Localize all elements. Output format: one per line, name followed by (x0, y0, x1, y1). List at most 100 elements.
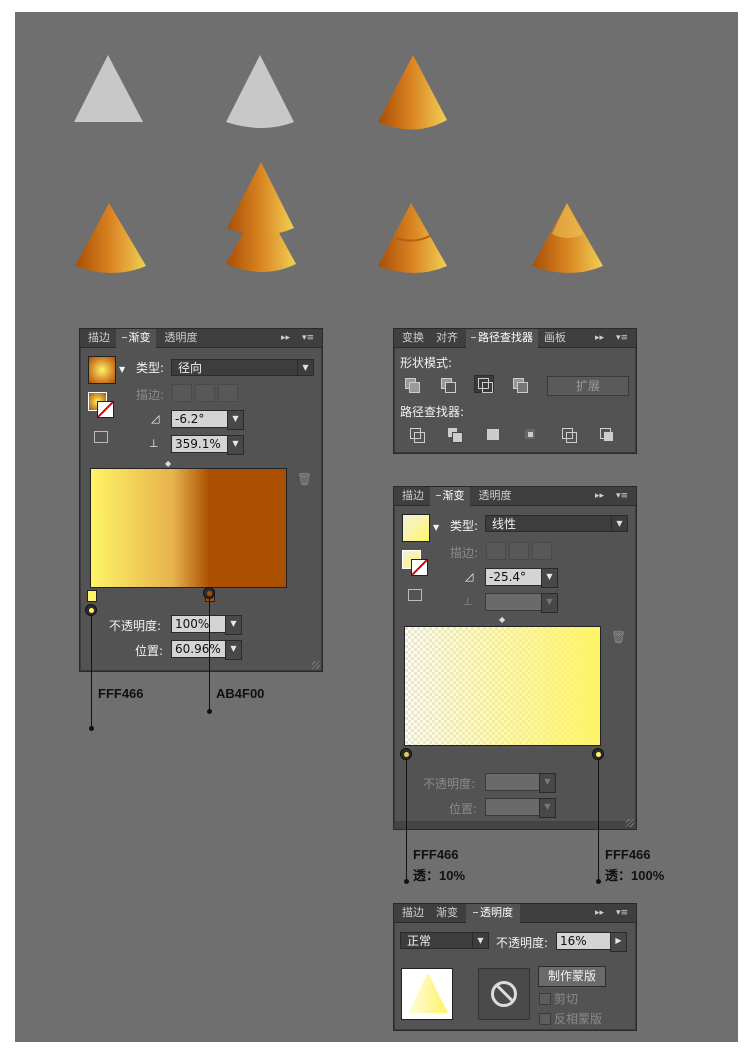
delete-stop-icon[interactable]: 🗑 (611, 630, 626, 644)
type-dropdown[interactable]: 线性 ▼ (485, 515, 628, 532)
mask-thumbnail[interactable] (478, 968, 530, 1020)
chevron-down-icon[interactable]: ▼ (225, 640, 242, 660)
tab-stroke[interactable]: 描边 (398, 487, 428, 505)
chevron-down-icon[interactable]: ▼ (541, 593, 558, 613)
location-field[interactable]: ▼ (485, 798, 556, 818)
stroke-gradient-within-icon[interactable] (172, 384, 192, 402)
gradient-stop-1[interactable] (87, 590, 97, 602)
collapse-icon[interactable]: ▸▸ (595, 907, 604, 919)
swatch-dropdown-icon[interactable]: ▼ (119, 365, 125, 374)
tab-transparency[interactable]: 透明度 (474, 487, 516, 505)
panel-menu-icon[interactable]: ▾≡ (616, 490, 628, 502)
chevron-down-icon[interactable]: ▼ (539, 773, 556, 793)
midpoint-diamond-icon[interactable]: ◆ (165, 459, 171, 468)
collapse-icon[interactable]: ▸▸ (281, 332, 290, 344)
stroke-gradient-along-icon[interactable] (195, 384, 215, 402)
midpoint-diamond-icon[interactable]: ◆ (499, 615, 505, 624)
aspect-ratio-icon: ⊥ (463, 595, 473, 608)
type-dropdown[interactable]: 径向 ▼ (171, 359, 314, 376)
gradient-slider-preview[interactable] (404, 626, 601, 746)
stop-4-opacity-label: 透：100% (605, 868, 665, 883)
scrollbar[interactable] (394, 821, 636, 829)
aspect-ratio-field[interactable]: 359.1% ▼ (171, 435, 244, 455)
resize-handle[interactable] (626, 819, 634, 827)
intersect-icon[interactable] (474, 375, 494, 393)
angle-icon: ◿ (465, 570, 474, 583)
gradient-swatch[interactable] (402, 514, 430, 542)
outline-icon[interactable] (560, 426, 580, 444)
stroke-gradient-across-icon[interactable] (218, 384, 238, 402)
resize-handle[interactable] (312, 661, 320, 669)
unite-icon[interactable] (402, 375, 422, 393)
location-field[interactable]: 60.96% ▼ (171, 640, 242, 660)
tab-align[interactable]: 对齐 (432, 329, 462, 347)
orange-cone-2 (75, 203, 146, 273)
pathfinders-label: 路径查找器: (400, 405, 465, 419)
chevron-down-icon[interactable]: ▼ (227, 410, 244, 430)
object-thumbnail[interactable] (401, 968, 453, 1020)
trim-icon[interactable] (446, 426, 466, 444)
angle-field[interactable]: -25.4° ▼ (485, 568, 558, 588)
collapse-icon[interactable]: ▸▸ (595, 490, 604, 502)
chevron-down-icon[interactable]: ▼ (539, 798, 556, 818)
blend-mode-dropdown[interactable]: 正常 ▼ (400, 932, 489, 949)
panel-menu-icon[interactable]: ▾≡ (302, 332, 314, 344)
stroke-gradient-along-icon[interactable] (509, 542, 529, 560)
merge-icon[interactable] (484, 426, 504, 444)
reverse-gradient-icon[interactable] (94, 431, 108, 443)
invert-mask-checkbox[interactable] (539, 1013, 551, 1025)
clip-checkbox[interactable] (539, 993, 551, 1005)
panel-menu-icon[interactable]: ▾≡ (616, 907, 628, 919)
angle-field[interactable]: -6.2° ▼ (171, 410, 244, 430)
delete-stop-icon[interactable]: 🗑 (297, 472, 312, 486)
gray-triangle (74, 55, 143, 122)
fill-stroke-icon[interactable] (88, 392, 114, 420)
reverse-gradient-icon[interactable] (408, 589, 422, 601)
tab-gradient[interactable]: 渐变 (116, 329, 156, 348)
chevron-down-icon[interactable]: ▼ (227, 435, 244, 455)
divide-icon[interactable] (408, 426, 428, 444)
tab-transform[interactable]: 变换 (398, 329, 428, 347)
stop-1-leader-end (89, 726, 94, 731)
fill-stroke-icon[interactable] (402, 550, 428, 578)
panel-menu-icon[interactable]: ▾≡ (616, 332, 628, 344)
aspect-ratio-icon: ⊥ (149, 437, 159, 450)
crop-icon[interactable] (522, 426, 542, 444)
chevron-down-icon[interactable]: ▼ (541, 568, 558, 588)
chevron-down-icon[interactable]: ▼ (225, 615, 242, 635)
stop-1-leader (91, 616, 92, 728)
gradient-swatch[interactable] (88, 356, 116, 384)
tab-stroke[interactable]: 描边 (398, 904, 428, 922)
tab-pathfinder[interactable]: 路径查找器 (466, 329, 538, 348)
minus-front-icon[interactable] (438, 375, 458, 393)
expand-button[interactable]: 扩展 (547, 376, 629, 396)
tab-gradient[interactable]: 渐变 (430, 487, 470, 506)
triangle-thumbnail-icon (408, 973, 448, 1013)
exclude-icon[interactable] (510, 375, 530, 393)
tab-gradient[interactable]: 渐变 (432, 904, 462, 922)
stop-4-marker (592, 748, 604, 760)
aspect-ratio-field[interactable]: ▼ (485, 593, 558, 613)
gradient-panel-linear: 描边 渐变 透明度 ▸▸ ▾≡ ▼ 类型: 线性 ▼ 描边: ◿ -25.4° ▼ … (393, 486, 637, 830)
tab-transparency[interactable]: 透明度 (160, 329, 202, 347)
chevron-right-icon[interactable]: ▶ (610, 932, 627, 952)
stroke-gradient-across-icon[interactable] (532, 542, 552, 560)
swatch-dropdown-icon[interactable]: ▼ (433, 523, 439, 532)
opacity-field[interactable]: 16% ▶ (556, 932, 627, 952)
tab-stroke[interactable]: 描边 (84, 329, 114, 347)
opacity-field[interactable]: ▼ (485, 773, 556, 793)
opacity-field[interactable]: 100% ▼ (171, 615, 242, 635)
collapse-icon[interactable]: ▸▸ (595, 332, 604, 344)
location-label: 位置: (135, 644, 164, 658)
tab-artboards[interactable]: 画板 (540, 329, 570, 347)
type-label: 类型: (136, 361, 165, 375)
tab-transparency[interactable]: 透明度 (466, 904, 520, 923)
stroke-label: 描边: (136, 388, 165, 402)
gradient-slider-preview[interactable] (90, 468, 287, 588)
pathfinder-panel: 变换 对齐 路径查找器 画板 ▸▸ ▾≡ 形状模式: 扩展 路径查找器: (393, 328, 637, 454)
stop-1-marker (85, 604, 97, 616)
stroke-gradient-within-icon[interactable] (486, 542, 506, 560)
opacity-label: 不透明度: (423, 777, 476, 791)
make-mask-button[interactable]: 制作蒙版 (538, 966, 606, 987)
minus-back-icon[interactable] (598, 426, 618, 444)
